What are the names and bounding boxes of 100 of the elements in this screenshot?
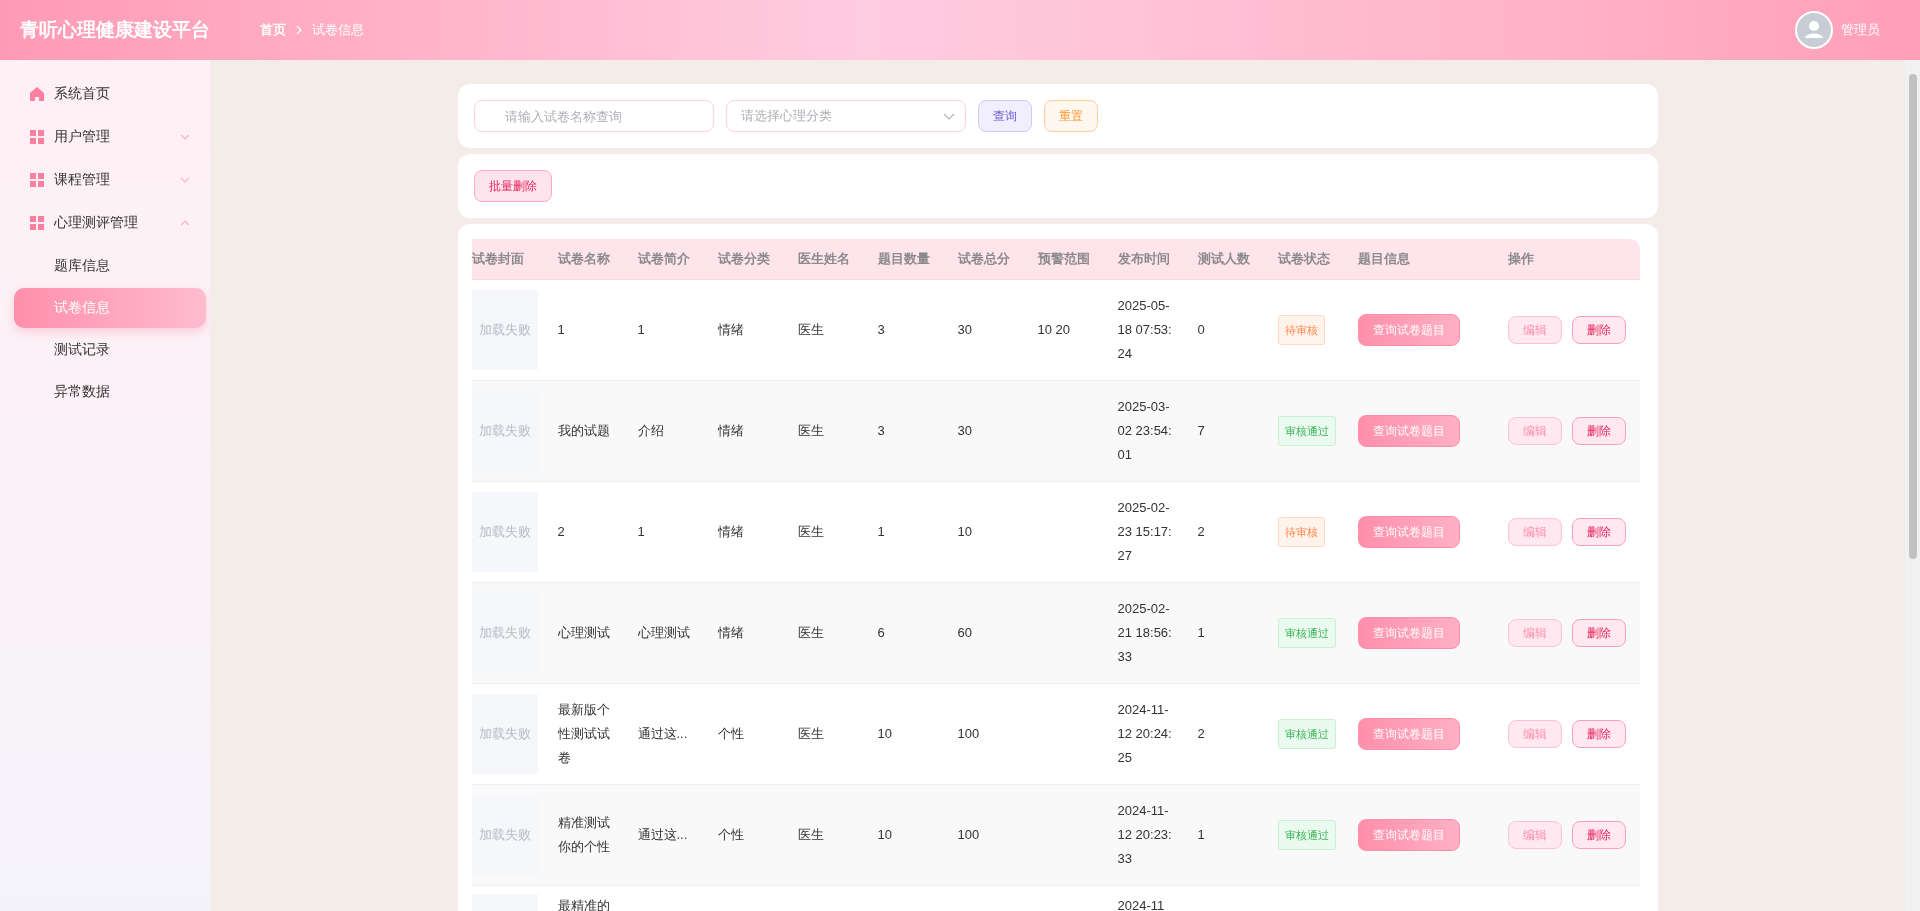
edit-button[interactable]: 编辑 bbox=[1507, 518, 1562, 546]
edit-button[interactable]: 编辑 bbox=[1507, 619, 1562, 647]
column-header: 医生姓名 bbox=[789, 239, 870, 280]
search-field[interactable]: 请输入试卷名称查询 bbox=[473, 100, 714, 132]
submenu-item[interactable]: 测试记录 bbox=[14, 330, 206, 370]
load-failed-text: 加载失败 bbox=[478, 826, 531, 844]
column-header: 试卷名称 bbox=[549, 239, 630, 280]
table-cell-text: 1 bbox=[1197, 826, 1205, 844]
app-title: 青听心理健康建设平台 bbox=[20, 18, 211, 42]
table-cell-text: 情绪 bbox=[717, 624, 744, 642]
menu-item[interactable]: 用户管理 bbox=[0, 115, 210, 158]
table-cell-text: 医生 bbox=[797, 624, 824, 642]
delete-button[interactable]: 删除 bbox=[1571, 619, 1626, 647]
table-cell-text: 10 bbox=[957, 523, 972, 541]
menu-label: 系统首页 bbox=[54, 84, 111, 103]
view-questions-button[interactable]: 查询试卷题目 bbox=[1357, 415, 1460, 447]
table-cell-text: 心理测试 bbox=[557, 624, 611, 642]
table-cell-text: 精准测试你的个性 bbox=[557, 814, 611, 856]
load-failed-text: 加载失败 bbox=[478, 725, 531, 743]
table-cell-text: 情绪 bbox=[717, 523, 744, 541]
query-button[interactable]: 查询 bbox=[977, 100, 1032, 132]
edit-button[interactable]: 编辑 bbox=[1507, 720, 1562, 748]
table-cell-text: 3 bbox=[877, 321, 885, 339]
column-header: 试卷状态 bbox=[1269, 239, 1350, 280]
menu-label: 课程管理 bbox=[54, 170, 111, 189]
table-cell-text: 介绍 bbox=[637, 422, 664, 440]
table-cell-text: 2025-05-18 07:53:24 bbox=[1117, 297, 1173, 363]
menu-item[interactable]: 心理测评管理 bbox=[0, 201, 210, 244]
status-tag: 待审核 bbox=[1277, 315, 1325, 345]
delete-button[interactable]: 删除 bbox=[1571, 821, 1626, 849]
breadcrumb-item[interactable]: 首页 bbox=[260, 21, 286, 39]
load-failed-text: 加载失败 bbox=[478, 422, 531, 440]
table-cell-text: 0 bbox=[1197, 321, 1205, 339]
delete-button[interactable]: 删除 bbox=[1571, 316, 1626, 344]
view-questions-button[interactable]: 查询试卷题目 bbox=[1357, 516, 1460, 548]
view-questions-button[interactable]: 查询试卷题目 bbox=[1357, 617, 1460, 649]
menu-item[interactable]: 课程管理 bbox=[0, 158, 210, 201]
menu-item[interactable]: 系统首页 bbox=[0, 72, 210, 115]
edit-button[interactable]: 编辑 bbox=[1507, 417, 1562, 445]
table-cell-text: 1 bbox=[637, 321, 645, 339]
chevron-right-icon bbox=[296, 25, 302, 35]
menu-label: 心理测评管理 bbox=[54, 213, 139, 232]
table-cell-text: 100 bbox=[957, 826, 980, 844]
status-tag: 审核通过 bbox=[1277, 719, 1336, 749]
column-header: 操作 bbox=[1499, 239, 1640, 280]
view-questions-button[interactable]: 查询试卷题目 bbox=[1357, 819, 1460, 851]
status-tag: 审核通过 bbox=[1277, 820, 1336, 850]
user-name[interactable]: 管理员 bbox=[1841, 21, 1880, 39]
breadcrumb-item: 试卷信息 bbox=[312, 21, 364, 39]
table-cell-text: 2025-02-23 15:17:27 bbox=[1117, 499, 1173, 565]
table-cell-text: 医生 bbox=[797, 321, 824, 339]
table-cell-text: 2 bbox=[557, 523, 566, 541]
edit-button[interactable]: 编辑 bbox=[1507, 316, 1562, 344]
table-cell-text: 最精准的 bbox=[557, 897, 611, 911]
table-cell-text: 1 bbox=[637, 523, 645, 541]
menu-label: 用户管理 bbox=[54, 127, 111, 146]
table-cell-text: 2024-11 bbox=[1117, 897, 1166, 911]
status-tag: 待审核 bbox=[1277, 517, 1325, 547]
table-cell-text: 情绪 bbox=[717, 321, 744, 339]
scrollbar[interactable] bbox=[1905, 60, 1920, 911]
batch-delete-button[interactable]: 批量删除 bbox=[473, 170, 552, 202]
table-cell-text: 2 bbox=[1197, 725, 1205, 743]
status-tag: 审核通过 bbox=[1277, 618, 1336, 648]
table-cell-text: 个性 bbox=[717, 826, 744, 844]
table-cell-text: 60 bbox=[957, 624, 972, 642]
load-failed-text: 加载失败 bbox=[478, 321, 531, 339]
column-header: 试卷简介 bbox=[629, 239, 710, 280]
submenu-item[interactable]: 试卷信息 bbox=[14, 288, 206, 328]
table-cell-text: 医生 bbox=[797, 523, 824, 541]
grid-icon bbox=[30, 172, 44, 187]
edit-button[interactable]: 编辑 bbox=[1507, 821, 1562, 849]
table-cell-text: 30 bbox=[957, 422, 972, 440]
submenu-item[interactable]: 异常数据 bbox=[14, 372, 206, 412]
delete-button[interactable]: 删除 bbox=[1571, 518, 1626, 546]
category-select[interactable]: 请选择心理分类 bbox=[725, 100, 966, 132]
table-cell-text: 10 bbox=[877, 725, 892, 743]
view-questions-button[interactable]: 查询试卷题目 bbox=[1357, 718, 1460, 750]
avatar-icon[interactable] bbox=[1795, 11, 1833, 49]
table-cell-text: 2025-03-02 23:54:01 bbox=[1117, 398, 1173, 464]
table-cell-text: 医生 bbox=[797, 826, 824, 844]
column-header: 试卷封面 bbox=[471, 239, 550, 280]
table-cell-text: 1 bbox=[877, 523, 885, 541]
table-cell-text: 2 bbox=[1197, 523, 1205, 541]
load-failed-text: 加载失败 bbox=[478, 523, 531, 541]
table-cell-text: 7 bbox=[1197, 422, 1205, 440]
table-cell-text: 2025-02-21 18:56:33 bbox=[1117, 600, 1173, 666]
delete-button[interactable]: 删除 bbox=[1571, 417, 1626, 445]
table-cell-text: 2024-11-12 20:23:33 bbox=[1117, 802, 1173, 868]
table-cell-text: 通过这... bbox=[637, 725, 688, 743]
submenu-item[interactable]: 题库信息 bbox=[14, 246, 206, 286]
table-cell-text: 心理测试 bbox=[637, 624, 690, 642]
reset-button[interactable]: 重置 bbox=[1043, 100, 1098, 132]
table-cell-text: 1 bbox=[1197, 624, 1205, 642]
table-cell-text: 3 bbox=[877, 422, 885, 440]
column-header: 题目数量 bbox=[869, 239, 950, 280]
column-header: 试卷总分 bbox=[949, 239, 1030, 280]
table-cell-text: 最新版个性测试试卷 bbox=[557, 701, 611, 767]
delete-button[interactable]: 删除 bbox=[1571, 720, 1626, 748]
view-questions-button[interactable]: 查询试卷题目 bbox=[1357, 314, 1460, 346]
home-icon bbox=[30, 86, 44, 101]
